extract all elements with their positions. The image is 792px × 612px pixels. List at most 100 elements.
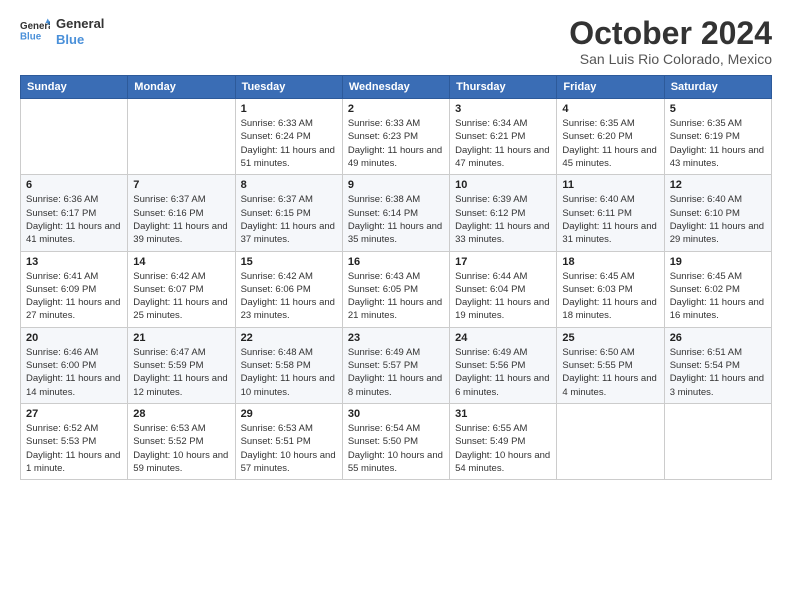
day-info: Sunrise: 6:42 AM Sunset: 6:06 PM Dayligh…: [241, 270, 337, 323]
day-info: Sunrise: 6:33 AM Sunset: 6:23 PM Dayligh…: [348, 117, 444, 170]
day-info: Sunrise: 6:42 AM Sunset: 6:07 PM Dayligh…: [133, 270, 229, 323]
day-number: 26: [670, 332, 766, 344]
day-info: Sunrise: 6:48 AM Sunset: 5:58 PM Dayligh…: [241, 346, 337, 399]
day-cell-29: 29 Sunrise: 6:53 AM Sunset: 5:51 PM Dayli…: [235, 403, 342, 479]
day-info: Sunrise: 6:35 AM Sunset: 6:20 PM Dayligh…: [562, 117, 658, 170]
day-number: 31: [455, 408, 551, 420]
day-cell-26: 26 Sunrise: 6:51 AM Sunset: 5:54 PM Dayli…: [664, 327, 771, 403]
day-info: Sunrise: 6:34 AM Sunset: 6:21 PM Dayligh…: [455, 117, 551, 170]
day-info: Sunrise: 6:53 AM Sunset: 5:51 PM Dayligh…: [241, 422, 337, 475]
day-number: 20: [26, 332, 122, 344]
day-number: 4: [562, 103, 658, 115]
day-info: Sunrise: 6:36 AM Sunset: 6:17 PM Dayligh…: [26, 193, 122, 246]
day-info: Sunrise: 6:40 AM Sunset: 6:10 PM Dayligh…: [670, 193, 766, 246]
day-cell-15: 15 Sunrise: 6:42 AM Sunset: 6:06 PM Dayli…: [235, 251, 342, 327]
day-cell-27: 27 Sunrise: 6:52 AM Sunset: 5:53 PM Dayli…: [21, 403, 128, 479]
day-info: Sunrise: 6:38 AM Sunset: 6:14 PM Dayligh…: [348, 193, 444, 246]
day-number: 1: [241, 103, 337, 115]
day-number: 8: [241, 179, 337, 191]
day-info: Sunrise: 6:39 AM Sunset: 6:12 PM Dayligh…: [455, 193, 551, 246]
day-cell-28: 28 Sunrise: 6:53 AM Sunset: 5:52 PM Dayli…: [128, 403, 235, 479]
day-cell-16: 16Sunrise: 6:43 AM Sunset: 6:05 PM Dayli…: [342, 251, 449, 327]
weekday-wednesday: Wednesday: [342, 76, 449, 99]
day-cell-12: 12 Sunrise: 6:40 AM Sunset: 6:10 PM Dayli…: [664, 175, 771, 251]
day-cell-14: 14 Sunrise: 6:42 AM Sunset: 6:07 PM Dayli…: [128, 251, 235, 327]
day-number: 29: [241, 408, 337, 420]
svg-text:Blue: Blue: [20, 31, 42, 42]
day-info: Sunrise: 6:50 AM Sunset: 5:55 PM Dayligh…: [562, 346, 658, 399]
day-number: 6: [26, 179, 122, 191]
day-number: 11: [562, 179, 658, 191]
day-number: 9: [348, 179, 444, 191]
week-row-4: 20 Sunrise: 6:46 AM Sunset: 6:00 PM Dayli…: [21, 327, 772, 403]
day-number: 28: [133, 408, 229, 420]
logo-icon: General Blue: [20, 17, 50, 47]
day-cell-22: 22 Sunrise: 6:48 AM Sunset: 5:58 PM Dayli…: [235, 327, 342, 403]
day-cell-13: 13 Sunrise: 6:41 AM Sunset: 6:09 PM Dayli…: [21, 251, 128, 327]
empty-cell: [664, 403, 771, 479]
day-info: Sunrise: 6:51 AM Sunset: 5:54 PM Dayligh…: [670, 346, 766, 399]
day-info: Sunrise: 6:53 AM Sunset: 5:52 PM Dayligh…: [133, 422, 229, 475]
day-number: 18: [562, 256, 658, 268]
day-number: 21: [133, 332, 229, 344]
weekday-saturday: Saturday: [664, 76, 771, 99]
logo-text-blue: Blue: [56, 32, 104, 48]
day-cell-18: 18 Sunrise: 6:45 AM Sunset: 6:03 PM Dayli…: [557, 251, 664, 327]
week-row-3: 13 Sunrise: 6:41 AM Sunset: 6:09 PM Dayli…: [21, 251, 772, 327]
day-cell-20: 20 Sunrise: 6:46 AM Sunset: 6:00 PM Dayli…: [21, 327, 128, 403]
day-cell-31: 31Sunrise: 6:55 AM Sunset: 5:49 PM Dayli…: [450, 403, 557, 479]
day-info: Sunrise: 6:49 AM Sunset: 5:57 PM Dayligh…: [348, 346, 444, 399]
day-info: Sunrise: 6:45 AM Sunset: 6:02 PM Dayligh…: [670, 270, 766, 323]
day-number: 17: [455, 256, 551, 268]
day-cell-10: 10Sunrise: 6:39 AM Sunset: 6:12 PM Dayli…: [450, 175, 557, 251]
svg-text:General: General: [20, 21, 50, 32]
day-number: 22: [241, 332, 337, 344]
day-number: 2: [348, 103, 444, 115]
day-cell-8: 8 Sunrise: 6:37 AM Sunset: 6:15 PM Daylig…: [235, 175, 342, 251]
day-info: Sunrise: 6:40 AM Sunset: 6:11 PM Dayligh…: [562, 193, 658, 246]
week-row-5: 27 Sunrise: 6:52 AM Sunset: 5:53 PM Dayli…: [21, 403, 772, 479]
week-row-1: 1Sunrise: 6:33 AM Sunset: 6:24 PM Daylig…: [21, 99, 772, 175]
day-cell-17: 17 Sunrise: 6:44 AM Sunset: 6:04 PM Dayli…: [450, 251, 557, 327]
day-info: Sunrise: 6:52 AM Sunset: 5:53 PM Dayligh…: [26, 422, 122, 475]
day-number: 24: [455, 332, 551, 344]
day-number: 30: [348, 408, 444, 420]
day-info: Sunrise: 6:37 AM Sunset: 6:15 PM Dayligh…: [241, 193, 337, 246]
day-cell-11: 11 Sunrise: 6:40 AM Sunset: 6:11 PM Dayli…: [557, 175, 664, 251]
day-number: 27: [26, 408, 122, 420]
day-info: Sunrise: 6:46 AM Sunset: 6:00 PM Dayligh…: [26, 346, 122, 399]
day-cell-30: 30Sunrise: 6:54 AM Sunset: 5:50 PM Dayli…: [342, 403, 449, 479]
day-number: 3: [455, 103, 551, 115]
day-info: Sunrise: 6:35 AM Sunset: 6:19 PM Dayligh…: [670, 117, 766, 170]
day-info: Sunrise: 6:47 AM Sunset: 5:59 PM Dayligh…: [133, 346, 229, 399]
day-info: Sunrise: 6:37 AM Sunset: 6:16 PM Dayligh…: [133, 193, 229, 246]
day-cell-23: 23 Sunrise: 6:49 AM Sunset: 5:57 PM Dayli…: [342, 327, 449, 403]
day-info: Sunrise: 6:45 AM Sunset: 6:03 PM Dayligh…: [562, 270, 658, 323]
empty-cell: [21, 99, 128, 175]
header: General Blue General Blue October 2024 S…: [20, 16, 772, 67]
logo-text-general: General: [56, 16, 104, 32]
day-number: 12: [670, 179, 766, 191]
day-number: 15: [241, 256, 337, 268]
week-row-2: 6 Sunrise: 6:36 AM Sunset: 6:17 PM Daylig…: [21, 175, 772, 251]
empty-cell: [557, 403, 664, 479]
day-info: Sunrise: 6:41 AM Sunset: 6:09 PM Dayligh…: [26, 270, 122, 323]
weekday-monday: Monday: [128, 76, 235, 99]
location: San Luis Rio Colorado, Mexico: [569, 51, 772, 67]
weekday-header-row: SundayMondayTuesdayWednesdayThursdayFrid…: [21, 76, 772, 99]
weekday-tuesday: Tuesday: [235, 76, 342, 99]
calendar-table: SundayMondayTuesdayWednesdayThursdayFrid…: [20, 75, 772, 480]
day-number: 25: [562, 332, 658, 344]
day-cell-6: 6 Sunrise: 6:36 AM Sunset: 6:17 PM Daylig…: [21, 175, 128, 251]
weekday-friday: Friday: [557, 76, 664, 99]
day-number: 13: [26, 256, 122, 268]
day-cell-5: 5Sunrise: 6:35 AM Sunset: 6:19 PM Daylig…: [664, 99, 771, 175]
day-cell-25: 25 Sunrise: 6:50 AM Sunset: 5:55 PM Dayli…: [557, 327, 664, 403]
day-number: 14: [133, 256, 229, 268]
day-number: 23: [348, 332, 444, 344]
day-number: 16: [348, 256, 444, 268]
day-info: Sunrise: 6:44 AM Sunset: 6:04 PM Dayligh…: [455, 270, 551, 323]
month-title: October 2024: [569, 16, 772, 51]
page: General Blue General Blue October 2024 S…: [0, 0, 792, 612]
day-cell-24: 24Sunrise: 6:49 AM Sunset: 5:56 PM Dayli…: [450, 327, 557, 403]
